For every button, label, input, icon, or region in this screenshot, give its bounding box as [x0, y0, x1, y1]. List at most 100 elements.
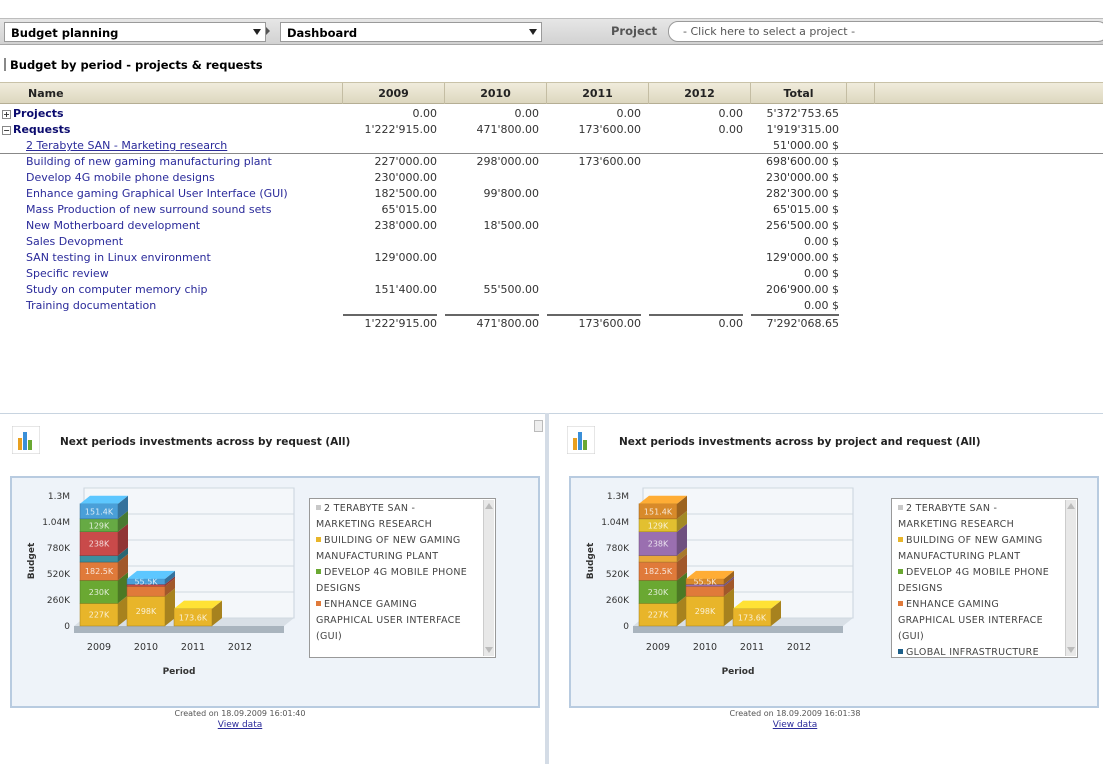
table-row[interactable]: Building of new gaming manufacturing pla… — [0, 154, 1103, 170]
cell-2010: 0.00 — [514, 107, 540, 120]
table-row[interactable]: New Motherboard development 238'000.00 18'… — [0, 218, 1103, 234]
row-name[interactable]: Mass Production of new surround sound se… — [26, 202, 271, 218]
table-row[interactable]: 2 Terabyte SAN - Marketing research 51'00… — [0, 138, 1103, 154]
view-data-link[interactable]: View data — [695, 720, 895, 730]
legend-swatch — [898, 569, 903, 574]
group-row: + Projects 0.00 0.00 0.00 0.00 5'372'753.65 — [0, 106, 1103, 122]
legend-item[interactable]: DEVELOP 4G MOBILE PHONE DESIGNS — [316, 565, 477, 597]
y-axis-label: Budget — [27, 542, 37, 579]
chart-frame: 0 260K 520K 780K 1.04M 1.3M 227K 230K 182.5K 238K… — [569, 476, 1099, 708]
chart-base — [633, 626, 843, 633]
table-row[interactable]: Study on computer memory chip 151'400.00 5… — [0, 282, 1103, 298]
cell-2009: 227'000.00 — [374, 155, 437, 168]
legend-item[interactable]: DEVELOP 4G MOBILE PHONE DESIGNS — [898, 565, 1059, 597]
legend-swatch — [898, 649, 903, 654]
legend-scrollbar[interactable] — [1065, 500, 1076, 656]
row-name[interactable]: SAN testing in Linux environment — [26, 250, 211, 266]
row-name[interactable]: Building of new gaming manufacturing pla… — [26, 154, 272, 170]
row-name[interactable]: Enhance gaming Graphical User Interface … — [26, 186, 288, 202]
legend-swatch — [898, 601, 903, 606]
legend-scrollbar[interactable] — [483, 500, 494, 656]
view-select[interactable]: Dashboard — [280, 22, 542, 42]
y-tick-label: 520K — [47, 570, 71, 580]
row-name[interactable]: Training documentation — [26, 298, 156, 314]
bar-segment[interactable] — [126, 585, 166, 597]
module-select[interactable]: Budget planning — [4, 22, 266, 42]
y-tick-label: 0 — [64, 622, 70, 632]
legend-item[interactable]: ENHANCE GAMING GRAPHICAL USER INTERFACE … — [898, 597, 1059, 645]
legend-label: DEVELOP 4G MOBILE PHONE DESIGNS — [898, 567, 1050, 594]
col-header-2011[interactable]: 2011 — [547, 83, 649, 104]
table-row[interactable]: Develop 4G mobile phone designs 230'000.0… — [0, 170, 1103, 186]
legend-item[interactable]: 2 TERABYTE SAN - MARKETING RESEARCH — [316, 501, 477, 533]
row-name[interactable]: Develop 4G mobile phone designs — [26, 170, 215, 186]
cell-2010: 18'500.00 — [483, 219, 539, 232]
bar-value-label: 151.4K — [85, 507, 114, 516]
cell-2009: 1'222'915.00 — [364, 123, 437, 136]
table-row[interactable]: Sales Devopment 0.00 $ — [0, 234, 1103, 250]
bar-segment[interactable] — [638, 555, 678, 563]
legend-item[interactable]: ENHANCE GAMING GRAPHICAL USER INTERFACE … — [316, 597, 477, 645]
cell-2010: 471'800.00 — [476, 123, 539, 136]
legend-swatch — [898, 537, 903, 542]
scroll-down-icon[interactable] — [1067, 647, 1075, 653]
legend-label: DEVELOP 4G MOBILE PHONE DESIGNS — [316, 567, 468, 594]
cell-total: 65'015.00 $ — [772, 203, 839, 216]
table-row[interactable]: Enhance gaming Graphical User Interface … — [0, 186, 1103, 202]
scroll-up-icon[interactable] — [534, 420, 543, 432]
cell-total: 282'300.00 $ — [765, 187, 839, 200]
col-header-2010[interactable]: 2010 — [445, 83, 547, 104]
legend-item[interactable]: GLOBAL INFRASTRUCTURE — [898, 645, 1059, 661]
view-data-link[interactable]: View data — [140, 720, 340, 730]
cell-total: 230'000.00 $ — [765, 171, 839, 184]
legend-item[interactable]: 2 TERABYTE SAN - MARKETING RESEARCH — [898, 501, 1059, 533]
cell-total: 698'600.00 $ — [765, 155, 839, 168]
cell-total: 51'000.00 $ — [772, 139, 839, 152]
x-tick-label: 2012 — [228, 642, 252, 653]
row-name: Requests — [13, 123, 71, 136]
x-tick-label: 2009 — [646, 642, 670, 653]
bar-value-label: 182.5K — [85, 567, 114, 576]
cell-2009: 151'400.00 — [374, 283, 437, 296]
legend-item[interactable]: BUILDING OF NEW GAMING MANUFACTURING PLA… — [316, 533, 477, 565]
y-tick-label: 0 — [623, 622, 629, 632]
row-name[interactable]: Specific review — [26, 266, 109, 282]
row-name[interactable]: New Motherboard development — [26, 218, 200, 234]
cell-2010: 471'800.00 — [445, 314, 539, 332]
col-header-2009[interactable]: 2009 — [343, 83, 445, 104]
x-tick-label: 2011 — [740, 642, 764, 653]
row-name[interactable]: 2 Terabyte SAN - Marketing research — [26, 138, 227, 154]
expand-toggle-icon[interactable]: + — [2, 110, 11, 119]
col-header-2012[interactable]: 2012 — [649, 83, 751, 104]
table-row[interactable]: SAN testing in Linux environment 129'000.… — [0, 250, 1103, 266]
row-name[interactable]: Study on computer memory chip — [26, 282, 208, 298]
table-row[interactable]: Specific review 0.00 $ — [0, 266, 1103, 282]
bar-segment[interactable] — [685, 585, 725, 597]
cell-total: 256'500.00 $ — [765, 219, 839, 232]
legend-label: 2 TERABYTE SAN - MARKETING RESEARCH — [316, 503, 433, 530]
table-row[interactable]: Mass Production of new surround sound se… — [0, 202, 1103, 218]
legend-item[interactable]: BUILDING OF NEW GAMING MANUFACTURING PLA… — [898, 533, 1059, 565]
scroll-up-icon[interactable] — [1067, 503, 1075, 509]
stacked-bar-chart: 0 260K 520K 780K 1.04M 1.3M 227K 230K 182.5K 238K… — [586, 487, 854, 677]
scroll-down-icon[interactable] — [485, 647, 493, 653]
view-select-value: Dashboard — [287, 26, 358, 40]
row-name[interactable]: Sales Devopment — [26, 234, 123, 250]
expand-toggle-icon[interactable]: − — [2, 126, 11, 135]
cell-2011: 173'600.00 — [547, 314, 641, 332]
table-row[interactable]: Training documentation 0.00 $ — [0, 298, 1103, 314]
group-label: − Requests — [2, 122, 70, 138]
cell-2009: 230'000.00 — [374, 171, 437, 184]
cell-2010: 99'800.00 — [483, 187, 539, 200]
col-header-total[interactable]: Total — [751, 83, 847, 104]
bar-segment[interactable] — [79, 555, 119, 563]
col-header-name[interactable]: Name — [0, 83, 343, 104]
col-header-extra — [847, 83, 875, 104]
scroll-up-icon[interactable] — [485, 503, 493, 509]
project-select-field[interactable]: - Click here to select a project - — [668, 21, 1103, 42]
cell-2009: 65'015.00 — [381, 203, 437, 216]
cell-2009: 0.00 — [412, 107, 438, 120]
bar-chart-icon — [12, 426, 40, 454]
cell-total: 0.00 $ — [804, 299, 839, 312]
y-tick-label: 780K — [47, 544, 71, 554]
